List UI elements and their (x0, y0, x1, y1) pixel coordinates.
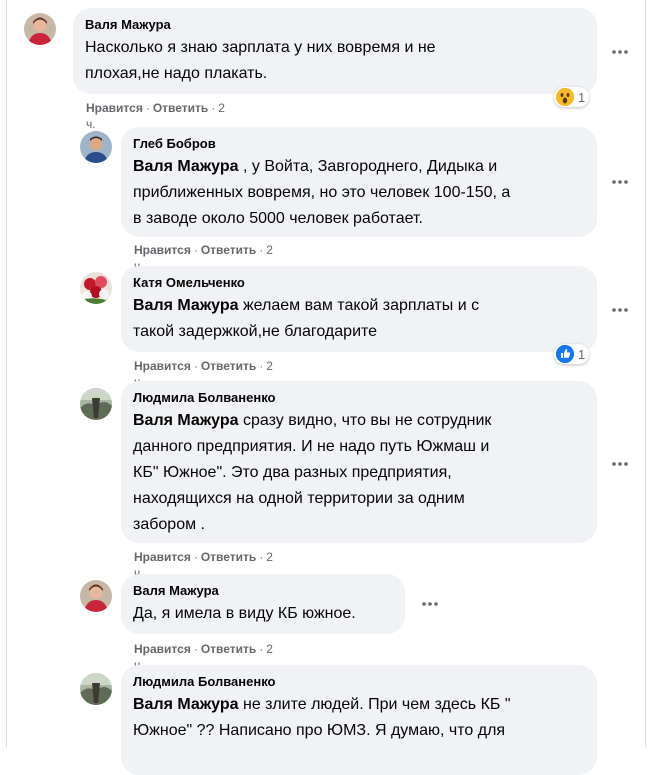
comment-bubble: Людмила Болваненко Валя Мажура сразу вид… (121, 381, 597, 543)
comment-text: Валя Мажура не злите людей. При чем здес… (133, 692, 585, 744)
avatar[interactable] (80, 272, 112, 304)
reaction-badge[interactable]: 1 (554, 87, 590, 107)
comment-text: Валя Мажура сразу видно, что вы не сотру… (133, 408, 585, 538)
comment-author[interactable]: Валя Мажура (85, 16, 585, 33)
mention-link[interactable]: Валя Мажура (133, 158, 239, 175)
separator: · (259, 550, 264, 564)
feed-border-left (6, 0, 7, 747)
more-options-icon[interactable] (608, 452, 632, 476)
comment-bubble: Валя Мажура Да, я имела в виду КБ южное. (121, 574, 405, 634)
comment-bubble: Глеб Бобров Валя Мажура , у Войта, Завго… (121, 127, 597, 237)
reply-button[interactable]: Ответить (201, 243, 256, 257)
comment-text: Да, я имела в виду КБ южное. (133, 605, 356, 622)
comment-author[interactable]: Валя Мажура (133, 582, 393, 599)
like-icon (556, 345, 574, 363)
avatar[interactable] (80, 673, 112, 705)
avatar[interactable] (24, 13, 56, 45)
separator: · (193, 642, 198, 656)
separator: · (211, 101, 216, 115)
comment-author[interactable]: Людмила Болваненко (133, 673, 585, 690)
avatar[interactable] (80, 388, 112, 420)
more-options-icon[interactable] (418, 592, 442, 616)
separator: · (259, 642, 264, 656)
like-button[interactable]: Нравится (134, 550, 191, 564)
separator: · (259, 243, 264, 257)
reply-button[interactable]: Ответить (201, 550, 256, 564)
comment-author[interactable]: Катя Омельченко (133, 274, 585, 291)
separator: · (193, 359, 198, 373)
separator: · (193, 550, 198, 564)
avatar[interactable] (80, 131, 112, 163)
separator: · (193, 243, 198, 257)
mention-link[interactable]: Валя Мажура (133, 297, 239, 314)
reaction-count: 1 (578, 346, 586, 362)
like-button[interactable]: Нравится (134, 359, 191, 373)
reply-button[interactable]: Ответить (153, 101, 208, 115)
comment-body: сразу видно, что вы не сотрудник данного… (133, 412, 492, 533)
comment-author[interactable]: Людмила Болваненко (133, 389, 585, 406)
comment-bubble: Валя Мажура Насколько я знаю зарплата у … (73, 8, 597, 94)
comment-text: Насколько я знаю зарплата у них вовремя … (85, 39, 436, 82)
more-options-icon[interactable] (608, 170, 632, 194)
reply-button[interactable]: Ответить (201, 359, 256, 373)
separator: · (259, 359, 264, 373)
reply-button[interactable]: Ответить (201, 642, 256, 656)
comment-text: Валя Мажура желаем вам такой зарплаты и … (133, 293, 585, 345)
comment-bubble: Людмила Болваненко Валя Мажура не злите … (121, 665, 597, 775)
avatar[interactable] (80, 580, 112, 612)
like-button[interactable]: Нравится (134, 243, 191, 257)
like-button[interactable]: Нравится (134, 642, 191, 656)
mention-link[interactable]: Валя Мажура (133, 412, 239, 429)
wow-icon (556, 88, 574, 106)
more-options-icon[interactable] (608, 298, 632, 322)
reaction-badge[interactable]: 1 (554, 344, 590, 364)
comment-author[interactable]: Глеб Бобров (133, 135, 585, 152)
comment-text: Валя Мажура , у Войта, Завгороднего, Дид… (133, 154, 585, 232)
mention-link[interactable]: Валя Мажура (133, 696, 239, 713)
separator: · (145, 101, 150, 115)
more-options-icon[interactable] (608, 40, 632, 64)
like-button[interactable]: Нравится (86, 101, 143, 115)
feed-border-right (645, 0, 646, 747)
comment-bubble: Катя Омельченко Валя Мажура желаем вам т… (121, 266, 597, 352)
reaction-count: 1 (578, 89, 586, 105)
